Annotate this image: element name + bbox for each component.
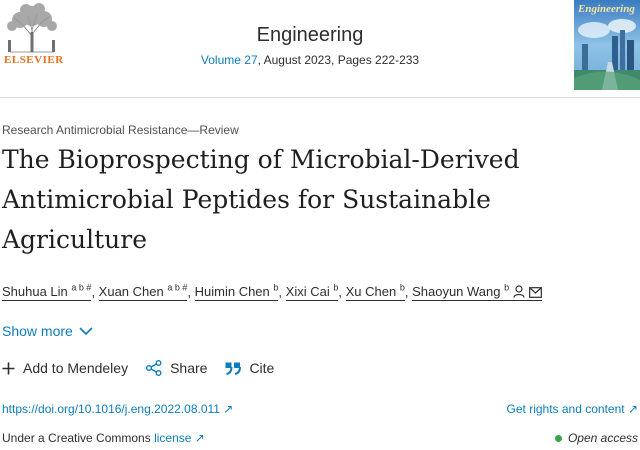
open-access-badge: Open access xyxy=(554,431,638,445)
cover-title: Engineering xyxy=(578,3,635,15)
journal-cover-image[interactable]: Engineering xyxy=(574,0,640,90)
author-name: Shuhua Lin xyxy=(2,284,68,300)
mail-icon xyxy=(529,287,543,299)
share-label: Share xyxy=(170,360,208,376)
author-affiliation: b xyxy=(504,283,510,293)
author-link[interactable]: Huimin Chen b xyxy=(194,283,279,302)
external-link-icon: ↗ xyxy=(223,402,234,416)
separator: , xyxy=(404,284,413,300)
license-link[interactable]: license ↗ xyxy=(154,431,205,445)
volume-link[interactable]: Volume 27 xyxy=(201,53,258,67)
license-info: Under a Creative Commons license ↗ xyxy=(2,431,205,445)
external-link-icon: ↗ xyxy=(627,402,638,416)
separator: , xyxy=(187,284,195,300)
author-link[interactable]: Shaoyun Wang b xyxy=(412,283,543,302)
journal-title[interactable]: Engineering xyxy=(160,24,460,47)
open-access-label: Open access xyxy=(567,431,638,445)
article-title: The Bioprospecting of Microbial-Derived … xyxy=(2,140,622,260)
article-actions: Add to Mendeley Share Cite xyxy=(2,360,292,376)
plus-icon xyxy=(2,362,15,374)
doi-link[interactable]: https://doi.org/10.1016/j.eng.2022.08.01… xyxy=(2,402,233,416)
quote-icon xyxy=(225,362,242,375)
author-link[interactable]: Shuhua Lin a b # xyxy=(2,283,92,302)
license-prefix: Under a Creative Commons xyxy=(2,431,155,445)
rights-link[interactable]: Get rights and content ↗ xyxy=(507,402,638,416)
separator: , xyxy=(338,284,346,300)
show-more-label: Show more xyxy=(2,323,73,339)
chevron-down-icon xyxy=(79,326,93,335)
title-line: Agriculture xyxy=(2,225,147,254)
journal-header: ELSEVIER Engineering Volume 27, August 2… xyxy=(0,0,640,96)
external-link-icon: ↗ xyxy=(194,431,205,445)
author-affiliation: a b # xyxy=(71,283,92,293)
tree-icon xyxy=(2,2,62,54)
doi-text: https://doi.org/10.1016/j.eng.2022.08.01… xyxy=(2,402,220,416)
show-more-button[interactable]: Show more xyxy=(2,323,93,339)
author-link[interactable]: Xixi Cai b xyxy=(285,283,339,302)
separator: , xyxy=(91,284,99,300)
title-line: The Bioprospecting of Microbial-Derived xyxy=(2,145,520,174)
author-name: Huimin Chen xyxy=(194,284,270,300)
author-name: Xixi Cai xyxy=(285,284,330,300)
publisher-name: ELSEVIER xyxy=(4,54,64,66)
separator: , xyxy=(278,284,286,300)
author-link[interactable]: Xu Chen b xyxy=(345,283,405,302)
open-access-dot-icon xyxy=(554,434,562,442)
header-divider xyxy=(0,97,640,98)
title-line: Antimicrobial Peptides for Sustainable xyxy=(2,185,491,214)
cite-button[interactable]: Cite xyxy=(225,360,274,376)
author-name: Shaoyun Wang xyxy=(412,284,501,300)
rights-text: Get rights and content xyxy=(506,402,625,416)
license-link-text: license xyxy=(154,431,192,445)
mendeley-label: Add to Mendeley xyxy=(23,360,129,376)
add-to-mendeley-button[interactable]: Add to Mendeley xyxy=(2,360,128,376)
article-type: Research Antimicrobial Resistance—Review xyxy=(2,123,239,137)
cite-label: Cite xyxy=(249,360,275,376)
elsevier-logo[interactable]: ELSEVIER xyxy=(2,2,64,66)
author-list: Shuhua Lin a b #, Xuan Chen a b #, Huimi… xyxy=(2,283,638,302)
author-name: Xuan Chen xyxy=(98,284,164,300)
author-name: Xu Chen xyxy=(345,284,397,300)
issue-info: Volume 27, August 2023, Pages 222-233 xyxy=(160,53,460,67)
author-link[interactable]: Xuan Chen a b # xyxy=(98,283,188,302)
issue-details: , August 2023, Pages 222-233 xyxy=(257,53,420,67)
author-affiliation: a b # xyxy=(167,283,188,293)
share-button[interactable]: Share xyxy=(146,360,207,376)
person-icon xyxy=(513,285,525,299)
share-icon xyxy=(146,360,162,376)
journal-info: Engineering Volume 27, August 2023, Page… xyxy=(160,24,460,67)
